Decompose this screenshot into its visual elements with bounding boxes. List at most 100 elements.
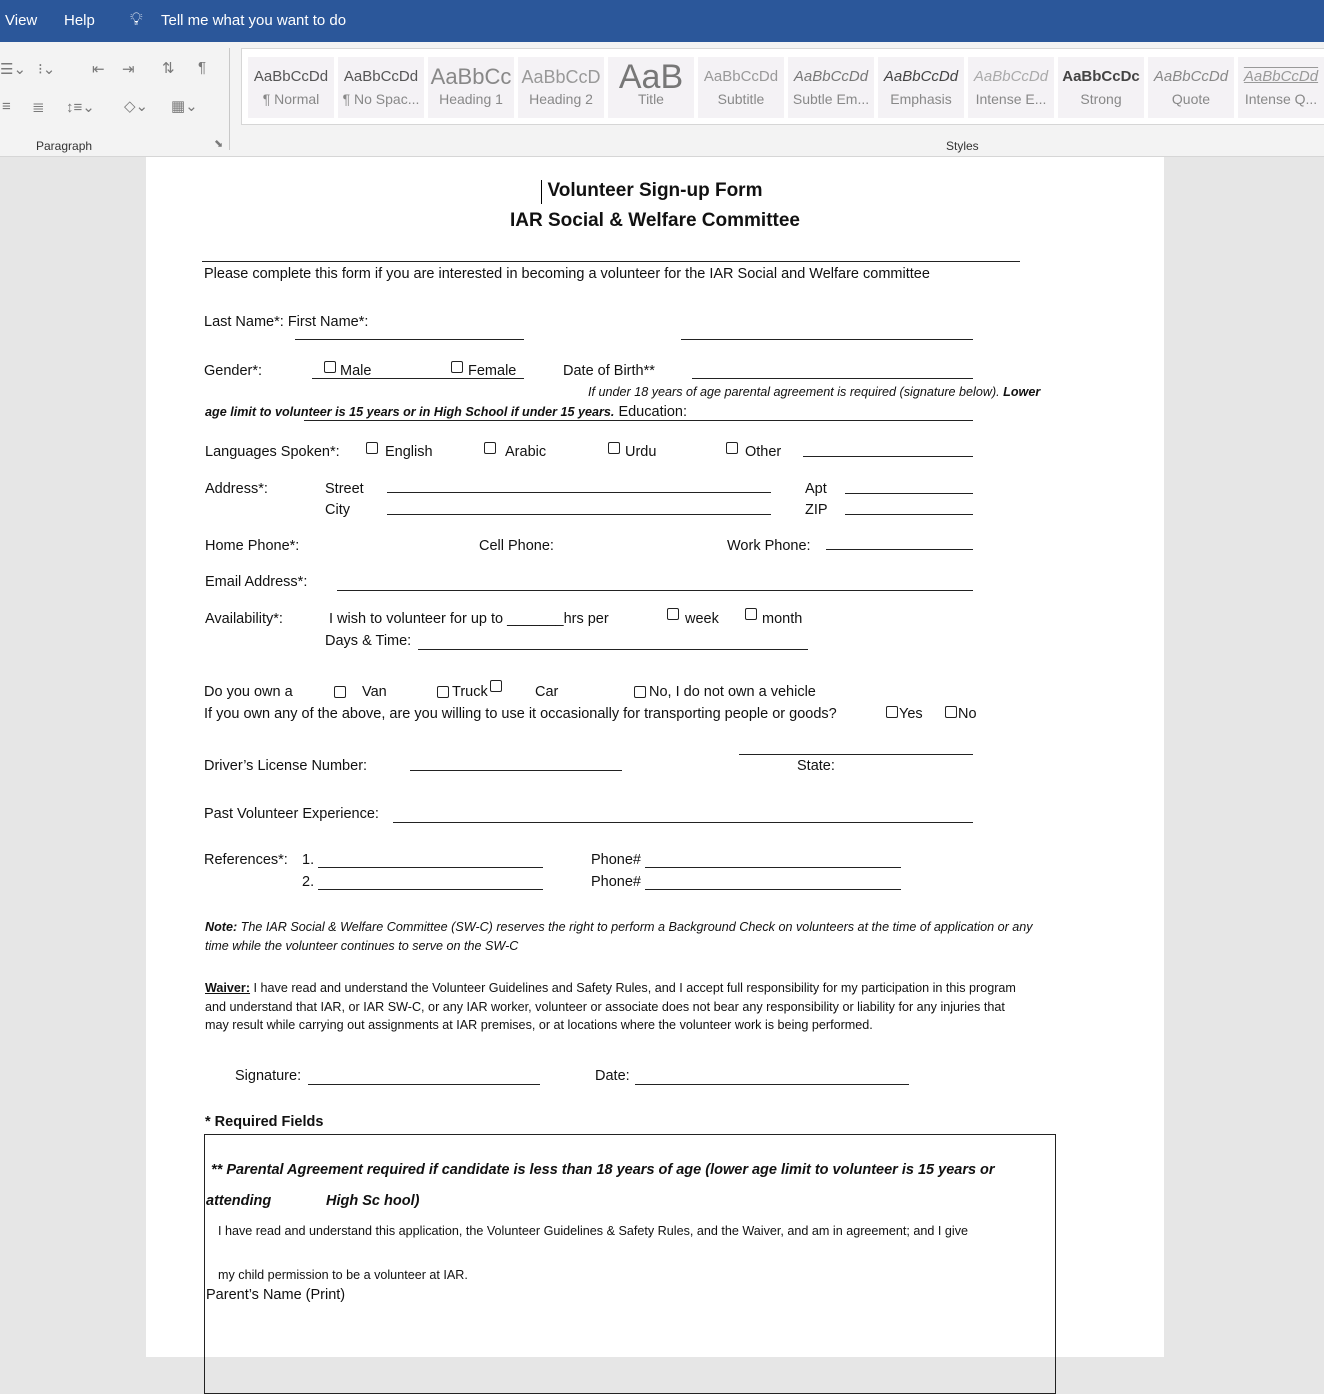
increase-indent-icon[interactable]: ⇥: [122, 60, 135, 78]
apt-field[interactable]: [845, 493, 973, 494]
home-phone-label: Home Phone*:: [205, 538, 300, 554]
transport-yes-label: Yes: [899, 706, 923, 722]
availability-label: Availability*:: [205, 611, 283, 627]
reference-2-field[interactable]: [318, 889, 543, 890]
date-label: Date:: [595, 1068, 630, 1084]
other-label: Other: [745, 444, 782, 460]
last-name-field[interactable]: [295, 339, 524, 340]
style-emphasis[interactable]: AaBbCcDd Emphasis: [878, 57, 964, 118]
past-experience-label: Past Volunteer Experience:: [204, 806, 379, 822]
style-no-spac[interactable]: AaBbCcDd ¶ No Spac...: [338, 57, 424, 118]
work-phone-field[interactable]: [826, 549, 973, 550]
shading-icon[interactable]: ◇⌄: [124, 97, 148, 115]
style-heading-2[interactable]: AaBbCcD Heading 2: [518, 57, 604, 118]
hours-text: I wish to volunteer for up to _______hrs…: [329, 611, 609, 627]
menu-help[interactable]: Help: [64, 12, 95, 29]
bullets-icon[interactable]: ☰⌄: [0, 60, 26, 78]
reference-1-field[interactable]: [318, 867, 543, 868]
email-field[interactable]: [337, 590, 973, 591]
line-spacing-icon[interactable]: ↕≡⌄: [66, 98, 95, 116]
borders-icon[interactable]: ▦⌄: [171, 97, 198, 115]
title-bar: View Help 💡︎ Tell me what you want to do: [0, 0, 1324, 42]
dob-field[interactable]: [692, 378, 973, 379]
other-language-field[interactable]: [803, 456, 973, 457]
document-page[interactable]: Volunteer Sign-up Form IAR Social & Welf…: [146, 157, 1164, 1394]
arabic-checkbox[interactable]: [484, 442, 496, 454]
style-heading-1[interactable]: AaBbCc Heading 1: [428, 57, 514, 118]
style-sample: AaBbCcDc: [1062, 68, 1140, 85]
reference-2-phone-field[interactable]: [645, 889, 901, 890]
parental-line-1: ** Parental Agreement required if candid…: [211, 1162, 995, 1178]
justify-icon[interactable]: ≣: [32, 98, 45, 116]
reference-2-number: 2.: [302, 874, 315, 890]
align-right-icon[interactable]: ≡: [2, 98, 11, 115]
style-sample: AaBbCc: [430, 64, 512, 89]
style-normal[interactable]: AaBbCcDd ¶ Normal: [248, 57, 334, 118]
transport-yes-checkbox[interactable]: [886, 706, 898, 718]
month-checkbox[interactable]: [745, 608, 757, 620]
paragraph-group-label: Paragraph: [36, 139, 93, 153]
age-note-text: If under 18 years of age parental agreem…: [588, 385, 1004, 399]
education-field[interactable]: [304, 420, 973, 421]
gender-underline: [312, 378, 524, 379]
divider: [202, 261, 1020, 262]
style-title[interactable]: AaB Title: [608, 57, 694, 118]
style-intense-e[interactable]: AaBbCcDd Intense E...: [968, 57, 1054, 118]
days-time-field[interactable]: [418, 649, 808, 650]
style-label: Intense Q...: [1244, 91, 1318, 107]
pilcrow-icon[interactable]: ¶: [198, 59, 206, 76]
week-checkbox[interactable]: [667, 608, 679, 620]
street-field[interactable]: [387, 492, 771, 493]
note-line-1: Note: The IAR Social & Welfare Committee…: [205, 917, 1033, 937]
transport-no-label: No: [958, 706, 977, 722]
multilevel-list-icon[interactable]: ⁝⌄: [38, 60, 55, 78]
male-checkbox[interactable]: [324, 361, 336, 373]
license-field[interactable]: [410, 770, 622, 771]
style-intense-q[interactable]: AaBbCcDd Intense Q...: [1238, 57, 1324, 118]
truck-checkbox[interactable]: [437, 686, 449, 698]
signature-label: Signature:: [235, 1068, 302, 1084]
sort-icon[interactable]: ⇅: [162, 59, 175, 77]
date-field[interactable]: [635, 1084, 909, 1085]
style-sample: AaBbCcDd: [973, 68, 1049, 85]
no-vehicle-checkbox[interactable]: [634, 686, 646, 698]
gender-label: Gender*:: [204, 363, 263, 379]
reference-1-phone-field[interactable]: [645, 867, 901, 868]
languages-label: Languages Spoken*:: [205, 444, 340, 460]
past-experience-field[interactable]: [393, 822, 973, 823]
education-label: Education:: [614, 404, 687, 420]
first-name-field[interactable]: [681, 339, 973, 340]
signature-field[interactable]: [308, 1084, 540, 1085]
style-sample: AaBbCcDd: [703, 68, 779, 85]
parental-agreement-box: ** Parental Agreement required if candid…: [204, 1134, 1056, 1394]
style-subtle-em[interactable]: AaBbCcDd Subtle Em...: [788, 57, 874, 118]
dialog-launcher-icon[interactable]: ⬊: [214, 137, 223, 150]
state-field[interactable]: [739, 754, 973, 755]
style-sample: AaBbCcDd: [253, 68, 329, 85]
divider: [229, 48, 230, 150]
references-label: References*:: [204, 852, 288, 868]
week-label: week: [685, 611, 719, 627]
city-field[interactable]: [387, 514, 771, 515]
tell-me-search[interactable]: Tell me what you want to do: [161, 12, 346, 29]
style-strong[interactable]: AaBbCcDc Strong: [1058, 57, 1144, 118]
car-checkbox[interactable]: [490, 680, 502, 692]
car-label: Car: [535, 684, 559, 700]
english-checkbox[interactable]: [366, 442, 378, 454]
decrease-indent-icon[interactable]: ⇤: [92, 60, 105, 78]
urdu-checkbox[interactable]: [608, 442, 620, 454]
city-label: City: [325, 502, 350, 518]
van-checkbox[interactable]: [334, 686, 346, 698]
menu-view[interactable]: View: [5, 12, 37, 29]
parental-line-2b: High Sc hool): [326, 1193, 420, 1209]
styles-gallery: AaBbCcDd ¶ Normal AaBbCcDd ¶ No Spac... AaBb…: [241, 48, 1324, 125]
other-checkbox[interactable]: [726, 442, 738, 454]
transport-no-checkbox[interactable]: [945, 706, 957, 718]
zip-label: ZIP: [805, 502, 828, 518]
arabic-label: Arabic: [505, 444, 547, 460]
female-checkbox[interactable]: [451, 361, 463, 373]
form-subtitle: IAR Social & Welfare Committee: [509, 210, 800, 231]
zip-field[interactable]: [845, 514, 973, 515]
style-quote[interactable]: AaBbCcDd Quote: [1148, 57, 1234, 118]
style-subtitle[interactable]: AaBbCcDd Subtitle: [698, 57, 784, 118]
